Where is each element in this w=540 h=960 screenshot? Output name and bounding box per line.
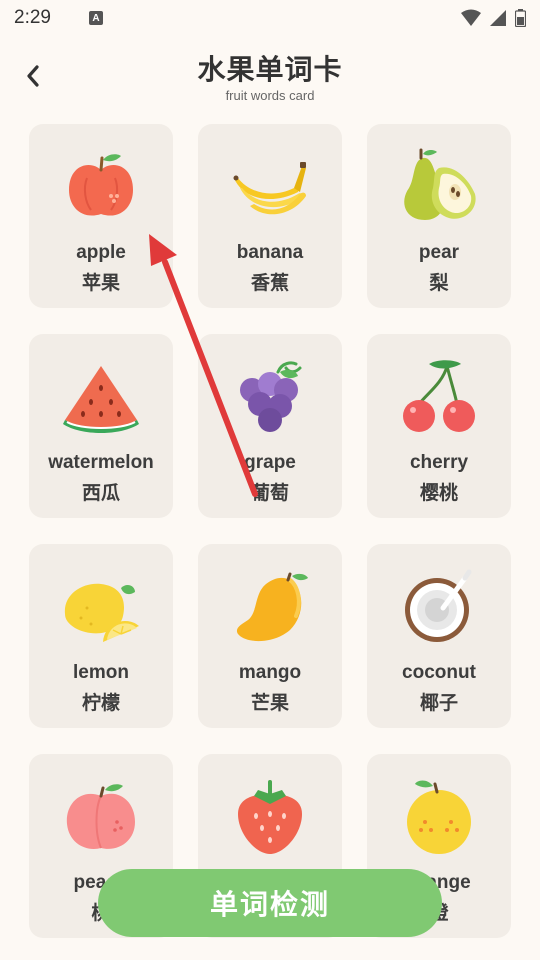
wifi-icon — [461, 9, 481, 26]
page-subtitle: fruit words card — [225, 88, 315, 103]
header: 水果单词卡 fruit words card — [0, 44, 540, 108]
mango-icon — [236, 572, 308, 642]
card-chinese-word: 樱桃 — [419, 482, 458, 504]
card-english-word: banana — [236, 242, 304, 263]
card-english-word: grape — [244, 452, 296, 473]
card-chinese-word: 苹果 — [81, 272, 120, 294]
word-test-button[interactable]: 单词检测 — [98, 869, 442, 937]
fruit-card-cherry[interactable]: cherry 樱桃 — [367, 334, 511, 518]
fruit-card-banana[interactable]: banana 香蕉 — [198, 124, 342, 308]
fruit-card-watermelon[interactable]: watermelon 西瓜 — [29, 334, 173, 518]
fruit-card-mango[interactable]: mango 芒果 — [198, 544, 342, 728]
card-english-word: apple — [76, 242, 126, 263]
card-chinese-word: 芒果 — [250, 692, 289, 714]
card-chinese-word: 香蕉 — [250, 272, 289, 294]
cherry-icon — [403, 360, 475, 432]
card-chinese-word: 西瓜 — [81, 482, 120, 504]
apple-icon — [69, 154, 133, 216]
battery-icon — [515, 9, 526, 27]
fruit-card-grid: apple 苹果 banana 香蕉 pear 梨 watermelon 西瓜 … — [29, 124, 511, 938]
signal-icon — [490, 10, 506, 26]
lemon-icon — [64, 583, 139, 642]
fruit-card-grape[interactable]: grape 葡萄 — [198, 334, 342, 518]
peach-icon — [66, 784, 135, 849]
card-english-word: lemon — [73, 662, 129, 683]
card-chinese-word: 梨 — [429, 272, 449, 294]
fruit-card-apple[interactable]: apple 苹果 — [29, 124, 173, 308]
grape-icon — [240, 361, 302, 432]
watermelon-icon — [63, 366, 139, 433]
orange-icon — [407, 780, 471, 854]
fruit-card-coconut[interactable]: coconut 椰子 — [367, 544, 511, 728]
page-title: 水果单词卡 — [197, 53, 343, 86]
strawberry-icon — [238, 780, 302, 854]
coconut-icon — [405, 569, 472, 642]
card-english-word: mango — [238, 662, 302, 683]
card-english-word: coconut — [402, 662, 476, 683]
status-time: 2:29 — [14, 7, 51, 28]
card-chinese-word: 椰子 — [419, 692, 458, 714]
pear-icon — [404, 148, 476, 220]
fruit-card-pear[interactable]: pear 梨 — [367, 124, 511, 308]
status-bar: 2:29 A — [0, 0, 540, 36]
notification-icon: A — [88, 11, 103, 25]
card-chinese-word: 柠檬 — [81, 692, 120, 714]
status-icons — [461, 9, 526, 27]
card-chinese-word: 葡萄 — [250, 482, 289, 504]
fruit-card-lemon[interactable]: lemon 柠檬 — [29, 544, 173, 728]
card-english-word: watermelon — [48, 452, 154, 473]
card-english-word: pear — [418, 242, 460, 263]
card-english-word: cherry — [409, 452, 469, 473]
banana-icon — [233, 162, 306, 215]
